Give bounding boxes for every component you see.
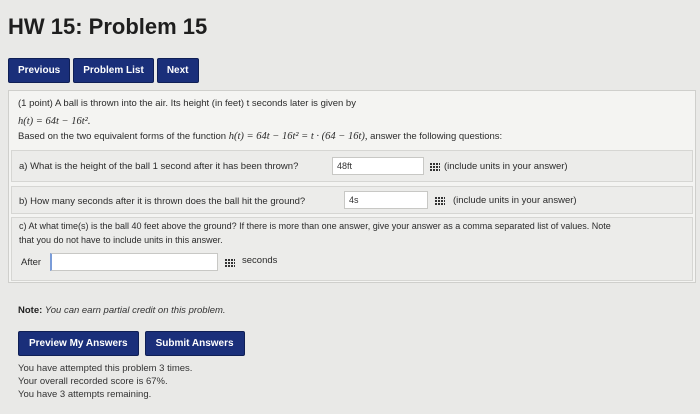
- equation-editor-icon[interactable]: [435, 196, 445, 205]
- problem-nav: Previous Problem List Next: [8, 58, 199, 83]
- height-formula: h(t) = 64t − 16t².: [18, 116, 91, 127]
- question-c-units: seconds: [242, 255, 278, 266]
- note-label: Note:: [18, 305, 43, 316]
- equation-editor-icon[interactable]: [225, 258, 235, 267]
- question-a-answer-input[interactable]: 48ft: [332, 157, 424, 175]
- page-title: HW 15: Problem 15: [8, 14, 208, 39]
- equation-editor-icon[interactable]: [430, 162, 440, 171]
- partial-credit-note: Note: You can earn partial credit on thi…: [18, 305, 226, 316]
- remaining-text: You have 3 attempts remaining.: [18, 389, 152, 400]
- problem-panel: (1 point) A ball is thrown into the air.…: [8, 90, 696, 283]
- question-b-label: b) How many seconds after it is thrown d…: [19, 196, 306, 207]
- answer-actions: Preview My Answers Submit Answers: [18, 331, 245, 356]
- problem-intro: (1 point) A ball is thrown into the air.…: [18, 98, 356, 109]
- question-c-text-line1: c) At what time(s) is the ball 40 feet a…: [19, 221, 611, 231]
- equivalent-forms-prefix: Based on the two equivalent forms of the…: [18, 131, 227, 142]
- next-button[interactable]: Next: [156, 58, 199, 83]
- previous-button[interactable]: Previous: [8, 58, 71, 83]
- score-text: Your overall recorded score is 67%.: [18, 376, 168, 387]
- question-c-text-line2: that you do not have to include units in…: [19, 235, 223, 245]
- question-c-after-label: After: [21, 257, 42, 268]
- question-c-answer-input[interactable]: [50, 253, 218, 271]
- question-a-box: a) What is the height of the ball 1 seco…: [11, 150, 693, 182]
- equivalent-forms-formula: h(t) = 64t − 16t² = t · (64 − 16t),: [228, 131, 368, 142]
- question-a-label: a) What is the height of the ball 1 seco…: [19, 161, 299, 172]
- submit-answers-button[interactable]: Submit Answers: [144, 331, 245, 356]
- question-b-hint: (include units in your answer): [453, 195, 577, 206]
- question-c-box: c) At what time(s) is the ball 40 feet a…: [11, 217, 693, 281]
- problem-list-button[interactable]: Problem List: [73, 58, 154, 83]
- equivalent-forms-text: Based on the two equivalent forms of the…: [18, 131, 502, 142]
- attempts-text: You have attempted this problem 3 times.: [18, 363, 193, 374]
- question-a-hint: (include units in your answer): [444, 161, 568, 172]
- question-b-answer-input[interactable]: 4s: [344, 191, 428, 209]
- preview-answers-button[interactable]: Preview My Answers: [18, 331, 139, 356]
- equivalent-forms-suffix: answer the following questions:: [370, 131, 503, 142]
- note-text: You can earn partial credit on this prob…: [44, 305, 226, 316]
- question-b-box: b) How many seconds after it is thrown d…: [11, 186, 693, 214]
- attempt-status: You have attempted this problem 3 times.…: [18, 362, 192, 401]
